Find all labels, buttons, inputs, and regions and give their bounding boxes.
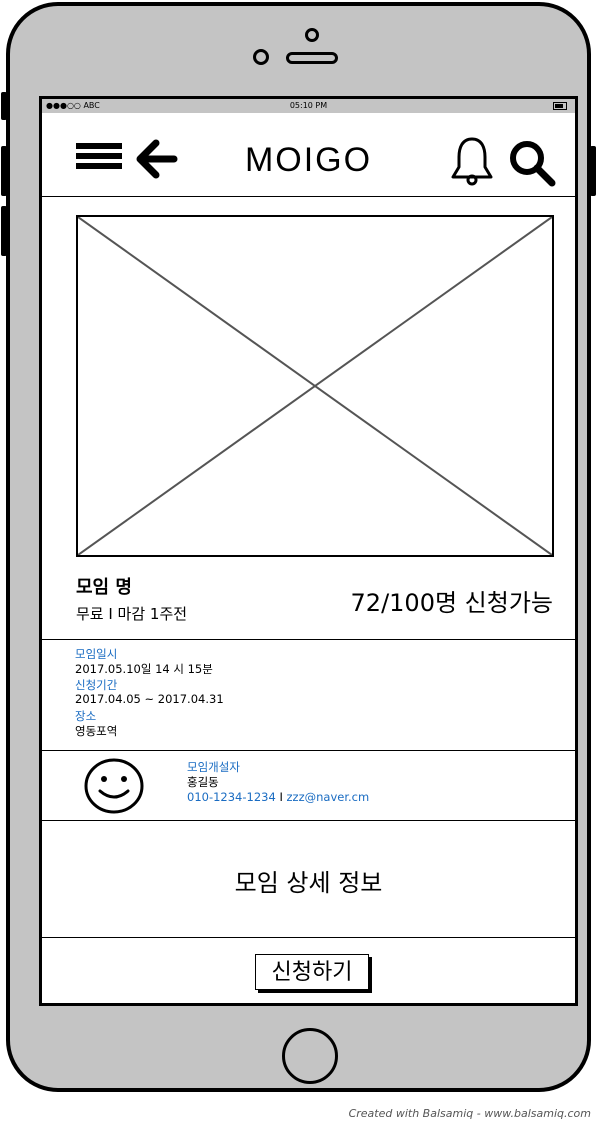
- app-header: MOIGO: [42, 113, 575, 197]
- sensor-dot: [253, 49, 269, 65]
- meeting-detail-text: 모임 상세 정보: [234, 869, 383, 897]
- meeting-summary: 모임 명 무료 I 마감 1주전 72/100명 신청가능: [42, 559, 575, 640]
- host-email-link[interactable]: zzz@naver.cm: [287, 790, 370, 804]
- smiley-avatar-icon: [84, 758, 144, 814]
- phone-frame: ●●●○○ ABC 05:10 PM MOIGO 모임 명 무료 I 마감 1주…: [6, 2, 591, 1092]
- volume-down-button: [1, 206, 7, 256]
- host-label: 모임개설자: [187, 760, 240, 774]
- date-value: 2017.05.10일 14 시 15분: [75, 662, 213, 676]
- place-value: 영동포역: [75, 724, 118, 738]
- host-contact: 010-1234-1234 I zzz@naver.cm: [187, 790, 369, 804]
- date-label: 모임일시: [75, 647, 118, 661]
- meeting-detail: 모임 상세 정보: [42, 821, 575, 938]
- earpiece-speaker: [286, 52, 338, 64]
- bell-icon[interactable]: [448, 135, 496, 187]
- phone-screen: ●●●○○ ABC 05:10 PM MOIGO 모임 명 무료 I 마감 1주…: [39, 96, 578, 1006]
- host-name: 홍길동: [187, 775, 219, 789]
- apply-button[interactable]: 신청하기: [255, 954, 369, 990]
- meeting-capacity: 72/100명 신청가능: [350, 589, 553, 617]
- meeting-image-placeholder: [76, 215, 554, 557]
- mute-switch: [1, 92, 7, 120]
- status-bar: ●●●○○ ABC 05:10 PM: [42, 99, 575, 113]
- status-time: 05:10 PM: [289, 101, 328, 110]
- contact-separator: I: [275, 790, 287, 804]
- host-phone-link[interactable]: 010-1234-1234: [187, 790, 276, 804]
- meeting-fee-deadline: 무료 I 마감 1주전: [76, 605, 188, 623]
- volume-up-button: [1, 146, 7, 196]
- host-info: 모임개설자 홍길동 010-1234-1234 I zzz@naver.cm: [42, 751, 575, 821]
- apply-period-value: 2017.04.05 ~ 2017.04.31: [75, 692, 224, 706]
- power-button: [590, 146, 596, 196]
- battery-icon: [553, 102, 567, 110]
- meeting-info: 모임일시 2017.05.10일 14 시 15분 신청기간 2017.04.0…: [42, 640, 575, 751]
- place-label: 장소: [75, 709, 97, 723]
- meeting-name: 모임 명: [76, 577, 132, 598]
- balsamiq-credit: Created with Balsamiq - www.balsamiq.com: [348, 1107, 591, 1120]
- apply-period-label: 신청기간: [75, 678, 118, 692]
- front-camera: [305, 28, 319, 42]
- search-icon[interactable]: [508, 139, 556, 187]
- home-button[interactable]: [282, 1028, 338, 1084]
